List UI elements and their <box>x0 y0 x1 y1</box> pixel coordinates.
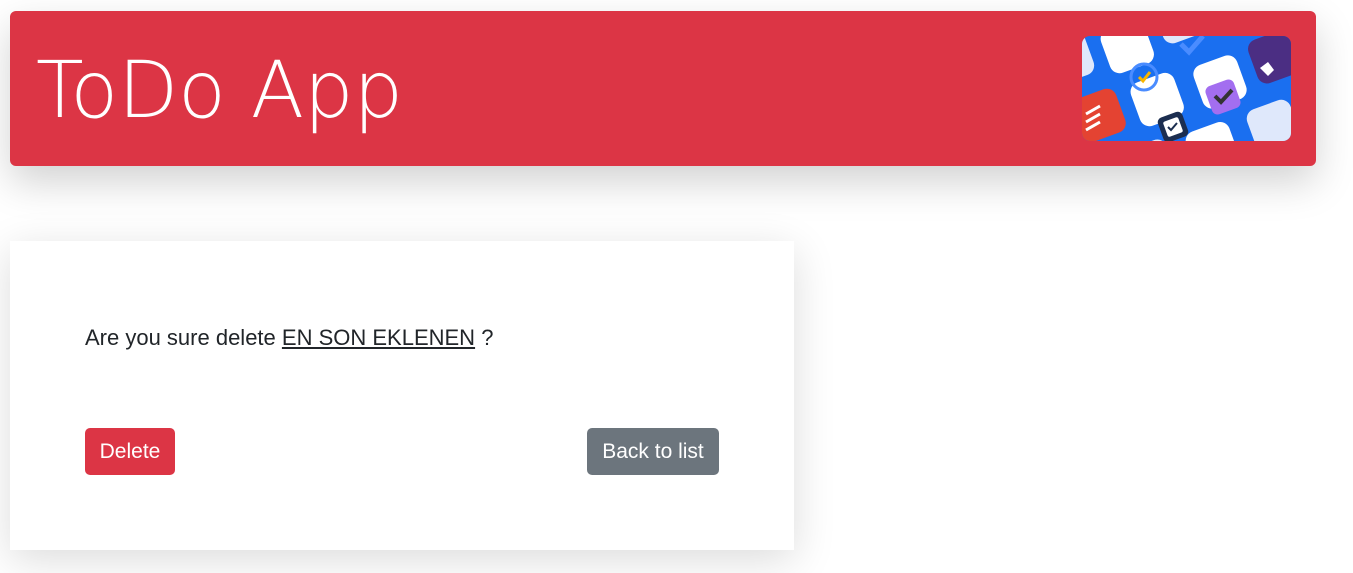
todo-item-link[interactable]: EN SON EKLENEN <box>282 325 475 350</box>
todo-apps-collage-icon <box>1082 36 1291 141</box>
app-header: ToDo App <box>10 11 1316 166</box>
delete-confirm-card: Are you sure delete EN SON EKLENEN ? Del… <box>10 241 794 550</box>
back-to-list-button[interactable]: Back to list <box>587 428 719 475</box>
app-title: ToDo App <box>36 46 404 136</box>
confirm-suffix: ? <box>475 325 494 350</box>
confirm-prefix: Are you sure delete <box>85 325 282 350</box>
delete-button[interactable]: Delete <box>85 428 175 475</box>
confirm-question: Are you sure delete EN SON EKLENEN ? <box>85 323 493 353</box>
